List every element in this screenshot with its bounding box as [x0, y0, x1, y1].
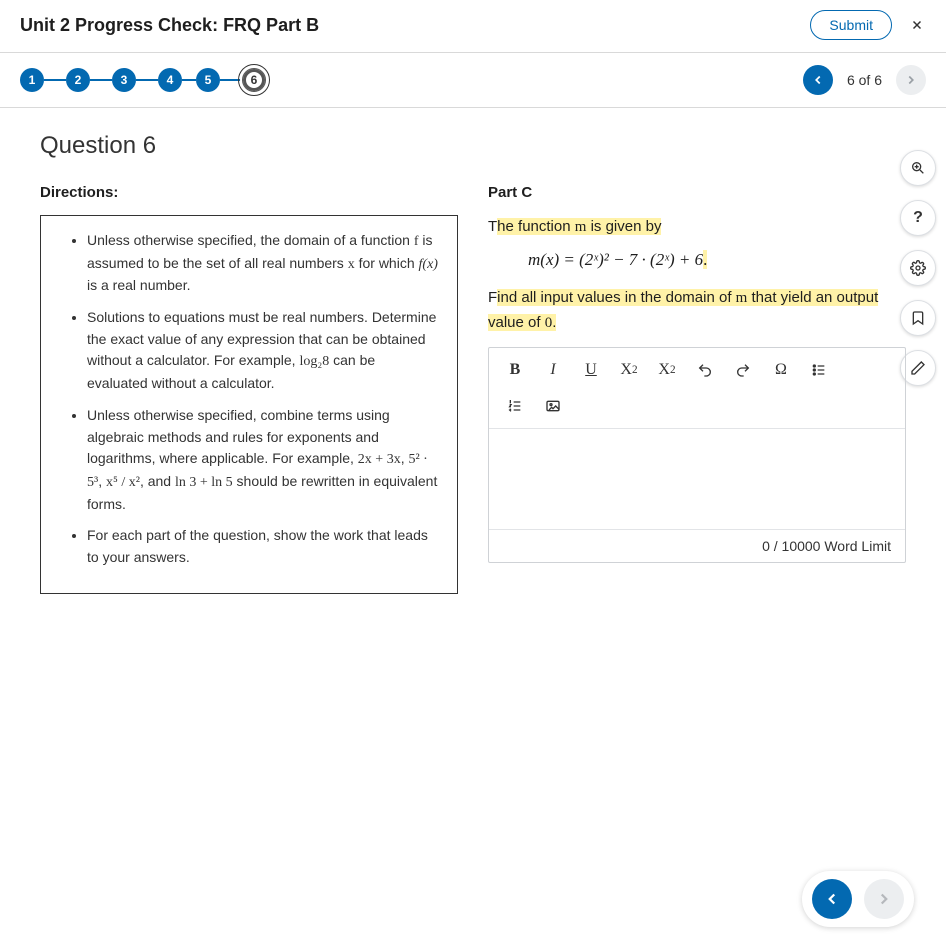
bullet-list-icon [811, 362, 827, 378]
bullet-list-button[interactable] [801, 354, 837, 386]
nav-next-top [896, 65, 926, 95]
step-5[interactable]: 5 [196, 68, 220, 92]
part-line-1: The function m is given by [488, 215, 906, 240]
directions-header: Directions: [40, 184, 458, 201]
redo-button[interactable] [725, 354, 761, 386]
subscript-button[interactable]: X2 [649, 354, 685, 386]
bold-button[interactable]: B [497, 354, 533, 386]
undo-button[interactable] [687, 354, 723, 386]
nav-counter: 6 of 6 [847, 72, 882, 88]
chevron-left-icon [823, 890, 841, 908]
chevron-left-icon [811, 73, 825, 87]
step-indicator: 1 2 3 4 5 6 [20, 68, 266, 92]
directions-item-4: For each part of the question, show the … [87, 525, 439, 568]
italic-button[interactable]: I [535, 354, 571, 386]
submit-button[interactable]: Submit [810, 10, 892, 40]
step-6[interactable]: 6 [242, 68, 266, 92]
numbered-list-button[interactable] [497, 390, 533, 422]
response-editor: B I U X2 X2 Ω [488, 347, 906, 563]
special-char-button[interactable]: Ω [763, 354, 799, 386]
insert-image-button[interactable] [535, 390, 571, 422]
undo-icon [697, 362, 713, 378]
close-icon [910, 18, 924, 32]
redo-icon [735, 362, 751, 378]
nav-prev-bottom[interactable] [812, 879, 852, 919]
directions-item-1: Unless otherwise specified, the domain o… [87, 230, 439, 297]
superscript-button[interactable]: X2 [611, 354, 647, 386]
step-1[interactable]: 1 [20, 68, 44, 92]
question-title: Question 6 [40, 132, 906, 160]
directions-item-3: Unless otherwise specified, combine term… [87, 405, 439, 515]
part-label: Part C [488, 184, 906, 201]
chevron-right-icon [904, 73, 918, 87]
underline-button[interactable]: U [573, 354, 609, 386]
image-icon [545, 398, 561, 414]
part-body: The function m is given by m(x) = (2ˣ)² … [488, 215, 906, 335]
numbered-list-icon [507, 398, 523, 414]
bottom-nav [802, 871, 914, 927]
close-button[interactable] [908, 16, 926, 34]
directions-box: Unless otherwise specified, the domain o… [40, 215, 458, 594]
chevron-right-icon [875, 890, 893, 908]
step-3[interactable]: 3 [112, 68, 136, 92]
editor-toolbar: B I U X2 X2 Ω [489, 348, 905, 429]
word-limit-label: 0 / 10000 Word Limit [489, 529, 905, 562]
page-title: Unit 2 Progress Check: FRQ Part B [20, 15, 319, 36]
nav-prev-top[interactable] [803, 65, 833, 95]
directions-item-2: Solutions to equations must be real numb… [87, 307, 439, 395]
part-line-2: Find all input values in the domain of m… [488, 286, 906, 336]
editor-textarea[interactable] [489, 429, 905, 529]
part-equation: m(x) = (2ˣ)² − 7 · (2ˣ) + 6. [488, 240, 906, 286]
step-2[interactable]: 2 [66, 68, 90, 92]
step-4[interactable]: 4 [158, 68, 182, 92]
nav-next-bottom [864, 879, 904, 919]
